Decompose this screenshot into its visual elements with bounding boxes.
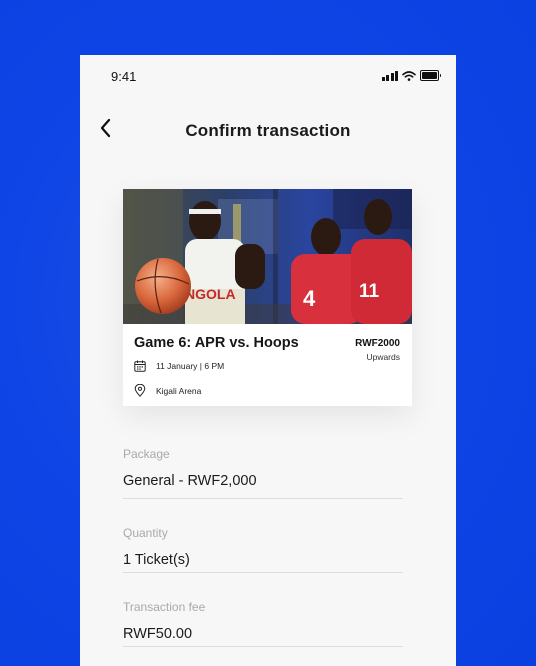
status-time: 9:41 [111,69,137,84]
event-title: Game 6: APR vs. Hoops [134,335,299,351]
package-label: Package [123,447,170,461]
page-title: Confirm transaction [185,121,351,140]
status-icons [381,70,441,81]
phone-screen: 9:41 Confirm transaction NGOLA 4 11 Game… [80,55,456,666]
quantity-field[interactable]: Quantity 1 Ticket(s) [123,526,403,568]
fee-label: Transaction fee [123,600,206,614]
calendar-icon [134,360,146,372]
svg-text:4: 4 [303,286,316,311]
event-price-note: Upwards [366,352,400,362]
event-location: Kigali Arena [156,385,202,396]
event-date: 11 January | 6 PM [156,361,225,371]
quantity-label: Quantity [123,526,168,540]
event-card[interactable]: NGOLA 4 11 Game 6: APR vs. Hoops RWF2000… [123,189,412,406]
quantity-value: 1 Ticket(s) [123,552,190,568]
event-price: RWF2000 [355,338,400,349]
signal-icon [381,70,398,81]
event-date-row: 11 January | 6 PM [134,360,224,372]
package-divider [123,498,403,499]
event-photo: NGOLA 4 11 [123,189,412,324]
location-pin-icon [134,384,146,397]
package-field[interactable]: Package General - RWF2,000 [123,447,403,489]
event-location-row: Kigali Arena [134,384,201,397]
fee-field: Transaction fee RWF50.00 [123,600,403,642]
quantity-divider [123,572,403,573]
jersey-text: NGOLA [185,286,236,302]
fee-value: RWF50.00 [123,626,193,642]
status-bar: 9:41 [80,55,456,99]
fee-divider [123,646,403,647]
package-value: General - RWF2,000 [123,473,257,489]
battery-icon [420,70,441,81]
svg-text:11: 11 [359,281,380,302]
wifi-icon [402,70,416,81]
